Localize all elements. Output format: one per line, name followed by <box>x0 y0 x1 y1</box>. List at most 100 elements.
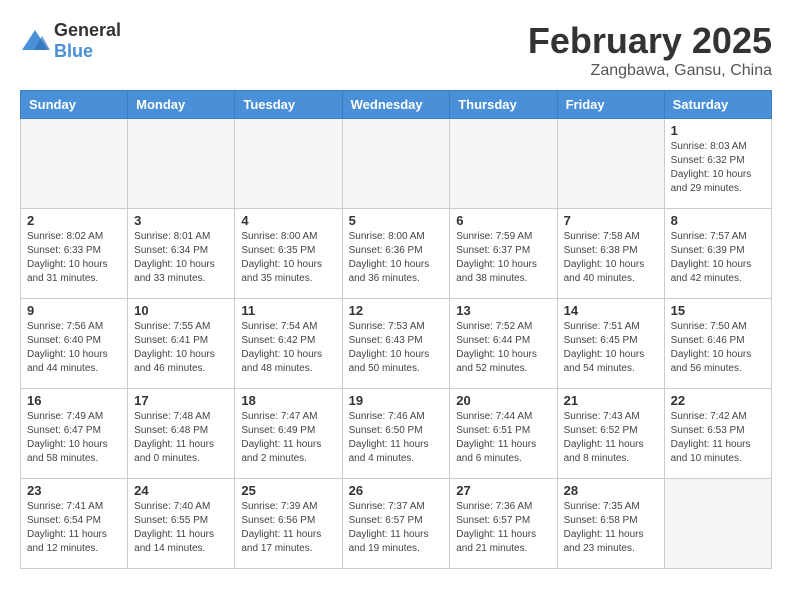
week-row-1: 2Sunrise: 8:02 AM Sunset: 6:33 PM Daylig… <box>21 209 772 299</box>
day-number: 19 <box>349 393 444 408</box>
day-number: 11 <box>241 303 335 318</box>
day-info: Sunrise: 7:48 AM Sunset: 6:48 PM Dayligh… <box>134 410 228 466</box>
calendar-cell: 5Sunrise: 8:00 AM Sunset: 6:36 PM Daylig… <box>342 209 450 299</box>
calendar-cell <box>450 119 557 209</box>
day-number: 22 <box>671 393 765 408</box>
day-number: 25 <box>241 483 335 498</box>
day-number: 6 <box>456 213 550 228</box>
day-info: Sunrise: 7:54 AM Sunset: 6:42 PM Dayligh… <box>241 320 335 376</box>
day-number: 18 <box>241 393 335 408</box>
day-info: Sunrise: 8:00 AM Sunset: 6:36 PM Dayligh… <box>349 230 444 286</box>
day-info: Sunrise: 7:51 AM Sunset: 6:45 PM Dayligh… <box>564 320 658 376</box>
day-number: 28 <box>564 483 658 498</box>
week-row-0: 1 Sunrise: 8:03 AM Sunset: 6:32 PM Daylig… <box>21 119 772 209</box>
title-section: February 2025 Zangbawa, Gansu, China <box>528 20 772 80</box>
week-row-2: 9 Sunrise: 7:56 AM Sunset: 6:40 PM Daylig… <box>21 299 772 389</box>
weekday-header-monday: Monday <box>128 91 235 119</box>
day-info: Sunrise: 7:39 AM Sunset: 6:56 PM Dayligh… <box>241 500 335 556</box>
calendar-cell: 11 Sunrise: 7:54 AM Sunset: 6:42 PM Dayli… <box>235 299 342 389</box>
calendar-table: SundayMondayTuesdayWednesdayThursdayFrid… <box>20 90 772 569</box>
calendar-cell: 10 Sunrise: 7:55 AM Sunset: 6:41 PM Dayli… <box>128 299 235 389</box>
weekday-header-wednesday: Wednesday <box>342 91 450 119</box>
calendar-cell <box>128 119 235 209</box>
calendar-cell: 24 Sunrise: 7:40 AM Sunset: 6:55 PM Dayli… <box>128 479 235 569</box>
day-number: 13 <box>456 303 550 318</box>
day-info: Sunrise: 8:01 AM Sunset: 6:34 PM Dayligh… <box>134 230 228 286</box>
calendar-cell: 16 Sunrise: 7:49 AM Sunset: 6:47 PM Dayli… <box>21 389 128 479</box>
calendar-cell: 28Sunrise: 7:35 AM Sunset: 6:58 PM Dayli… <box>557 479 664 569</box>
calendar-cell <box>235 119 342 209</box>
day-info: Sunrise: 7:47 AM Sunset: 6:49 PM Dayligh… <box>241 410 335 466</box>
calendar-cell: 15Sunrise: 7:50 AM Sunset: 6:46 PM Dayli… <box>664 299 771 389</box>
day-number: 9 <box>27 303 121 318</box>
logo-icon <box>20 28 50 54</box>
day-info: Sunrise: 7:50 AM Sunset: 6:46 PM Dayligh… <box>671 320 765 376</box>
calendar-cell <box>557 119 664 209</box>
day-number: 1 <box>671 123 765 138</box>
calendar-cell <box>664 479 771 569</box>
weekday-header-tuesday: Tuesday <box>235 91 342 119</box>
calendar-cell: 27 Sunrise: 7:36 AM Sunset: 6:57 PM Dayli… <box>450 479 557 569</box>
day-info: Sunrise: 8:03 AM Sunset: 6:32 PM Dayligh… <box>671 140 765 196</box>
calendar-cell: 18 Sunrise: 7:47 AM Sunset: 6:49 PM Dayli… <box>235 389 342 479</box>
calendar-cell: 13 Sunrise: 7:52 AM Sunset: 6:44 PM Dayli… <box>450 299 557 389</box>
calendar-cell: 4Sunrise: 8:00 AM Sunset: 6:35 PM Daylig… <box>235 209 342 299</box>
day-number: 14 <box>564 303 658 318</box>
day-info: Sunrise: 7:42 AM Sunset: 6:53 PM Dayligh… <box>671 410 765 466</box>
calendar-cell: 3 Sunrise: 8:01 AM Sunset: 6:34 PM Daylig… <box>128 209 235 299</box>
day-number: 27 <box>456 483 550 498</box>
day-info: Sunrise: 7:58 AM Sunset: 6:38 PM Dayligh… <box>564 230 658 286</box>
logo-blue: Blue <box>54 41 93 61</box>
weekday-header-saturday: Saturday <box>664 91 771 119</box>
day-number: 17 <box>134 393 228 408</box>
day-info: Sunrise: 7:44 AM Sunset: 6:51 PM Dayligh… <box>456 410 550 466</box>
location-title: Zangbawa, Gansu, China <box>528 62 772 80</box>
calendar-cell: 21 Sunrise: 7:43 AM Sunset: 6:52 PM Dayli… <box>557 389 664 479</box>
weekday-header-friday: Friday <box>557 91 664 119</box>
day-info: Sunrise: 7:53 AM Sunset: 6:43 PM Dayligh… <box>349 320 444 376</box>
weekday-header-thursday: Thursday <box>450 91 557 119</box>
day-number: 16 <box>27 393 121 408</box>
day-number: 20 <box>456 393 550 408</box>
day-info: Sunrise: 7:36 AM Sunset: 6:57 PM Dayligh… <box>456 500 550 556</box>
day-info: Sunrise: 7:59 AM Sunset: 6:37 PM Dayligh… <box>456 230 550 286</box>
day-info: Sunrise: 7:40 AM Sunset: 6:55 PM Dayligh… <box>134 500 228 556</box>
day-info: Sunrise: 7:56 AM Sunset: 6:40 PM Dayligh… <box>27 320 121 376</box>
day-number: 7 <box>564 213 658 228</box>
day-number: 24 <box>134 483 228 498</box>
day-info: Sunrise: 7:52 AM Sunset: 6:44 PM Dayligh… <box>456 320 550 376</box>
calendar-cell: 2Sunrise: 8:02 AM Sunset: 6:33 PM Daylig… <box>21 209 128 299</box>
day-info: Sunrise: 7:49 AM Sunset: 6:47 PM Dayligh… <box>27 410 121 466</box>
calendar-cell: 8 Sunrise: 7:57 AM Sunset: 6:39 PM Daylig… <box>664 209 771 299</box>
day-info: Sunrise: 7:57 AM Sunset: 6:39 PM Dayligh… <box>671 230 765 286</box>
day-number: 26 <box>349 483 444 498</box>
day-number: 23 <box>27 483 121 498</box>
logo: General Blue <box>20 20 121 62</box>
calendar-cell: 14 Sunrise: 7:51 AM Sunset: 6:45 PM Dayli… <box>557 299 664 389</box>
day-info: Sunrise: 7:43 AM Sunset: 6:52 PM Dayligh… <box>564 410 658 466</box>
day-number: 8 <box>671 213 765 228</box>
day-number: 2 <box>27 213 121 228</box>
month-title: February 2025 <box>528 20 772 62</box>
day-info: Sunrise: 7:41 AM Sunset: 6:54 PM Dayligh… <box>27 500 121 556</box>
day-number: 21 <box>564 393 658 408</box>
day-info: Sunrise: 7:37 AM Sunset: 6:57 PM Dayligh… <box>349 500 444 556</box>
calendar-cell: 20 Sunrise: 7:44 AM Sunset: 6:51 PM Dayli… <box>450 389 557 479</box>
calendar-cell: 23 Sunrise: 7:41 AM Sunset: 6:54 PM Dayli… <box>21 479 128 569</box>
calendar-cell: 19Sunrise: 7:46 AM Sunset: 6:50 PM Dayli… <box>342 389 450 479</box>
day-info: Sunrise: 7:55 AM Sunset: 6:41 PM Dayligh… <box>134 320 228 376</box>
calendar-cell: 12Sunrise: 7:53 AM Sunset: 6:43 PM Dayli… <box>342 299 450 389</box>
day-info: Sunrise: 8:00 AM Sunset: 6:35 PM Dayligh… <box>241 230 335 286</box>
calendar-cell: 26 Sunrise: 7:37 AM Sunset: 6:57 PM Dayli… <box>342 479 450 569</box>
logo-general: General <box>54 20 121 40</box>
calendar-cell: 1 Sunrise: 8:03 AM Sunset: 6:32 PM Daylig… <box>664 119 771 209</box>
header: General Blue February 2025 Zangbawa, Gan… <box>20 20 772 80</box>
weekday-header-row: SundayMondayTuesdayWednesdayThursdayFrid… <box>21 91 772 119</box>
calendar-cell: 7 Sunrise: 7:58 AM Sunset: 6:38 PM Daylig… <box>557 209 664 299</box>
week-row-4: 23 Sunrise: 7:41 AM Sunset: 6:54 PM Dayli… <box>21 479 772 569</box>
calendar-cell <box>342 119 450 209</box>
day-number: 10 <box>134 303 228 318</box>
day-number: 3 <box>134 213 228 228</box>
week-row-3: 16 Sunrise: 7:49 AM Sunset: 6:47 PM Dayli… <box>21 389 772 479</box>
calendar-cell: 17 Sunrise: 7:48 AM Sunset: 6:48 PM Dayli… <box>128 389 235 479</box>
